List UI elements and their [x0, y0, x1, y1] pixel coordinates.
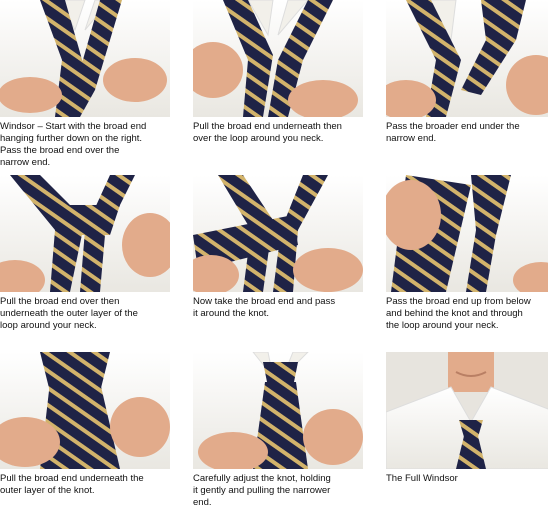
step-3-caption: Pass the broader end under the narrow en…: [386, 121, 520, 144]
step-6-caption: Pass the broad end up from below and beh…: [386, 296, 531, 331]
step-3-photo: [386, 0, 548, 117]
step-1-caption: Windsor – Start with the broad end hangi…: [0, 121, 147, 168]
step-9-caption: The Full Windsor: [386, 473, 458, 484]
step-7-photo: [0, 352, 170, 469]
step-7-caption: Pull the broad end underneath the outer …: [0, 473, 144, 496]
step-8-photo: [193, 352, 363, 469]
step-4-photo: [0, 175, 170, 292]
step-2-photo: [193, 0, 363, 117]
step-6-photo: [386, 175, 548, 292]
step-9-photo: [386, 352, 548, 469]
step-8-caption: Carefully adjust the knot, holding it ge…: [193, 473, 331, 508]
step-1-photo: [0, 0, 170, 117]
step-5-caption: Now take the broad end and pass it aroun…: [193, 296, 336, 319]
step-5-photo: [193, 175, 363, 292]
step-2-caption: Pull the broad end underneath then over …: [193, 121, 342, 144]
step-4-caption: Pull the broad end over then underneath …: [0, 296, 138, 331]
